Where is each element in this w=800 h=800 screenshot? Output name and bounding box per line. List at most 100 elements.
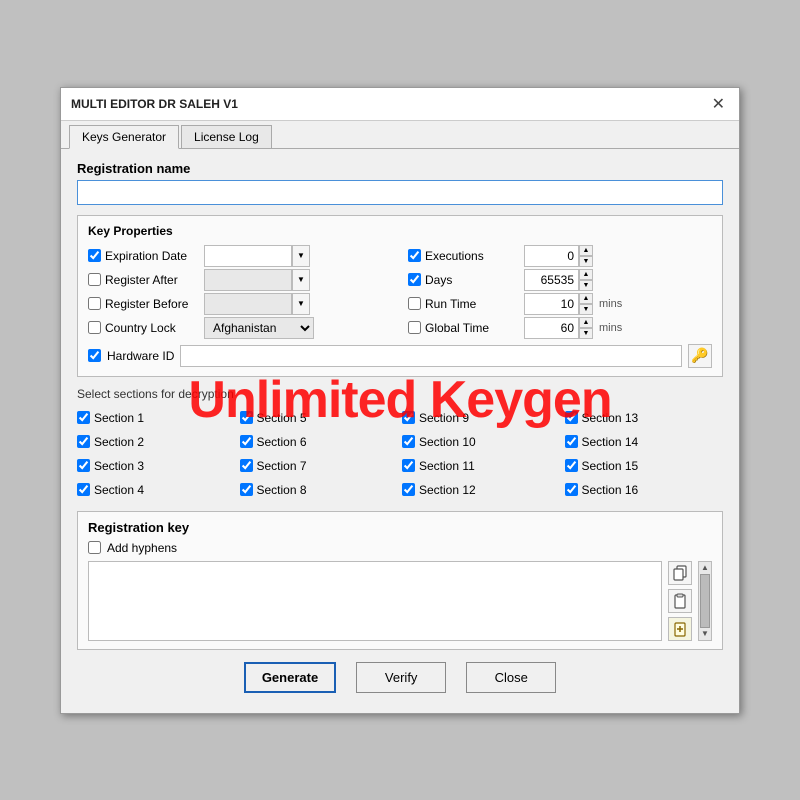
register-after-row: Register After 2023/ 3/29 ▼	[88, 268, 392, 292]
country-lock-select[interactable]: Afghanistan	[204, 317, 314, 339]
tab-license-log[interactable]: License Log	[181, 125, 272, 148]
register-after-dropdown-btn[interactable]: ▼	[292, 269, 310, 291]
days-checkbox[interactable]	[408, 273, 421, 286]
register-before-checkbox[interactable]	[88, 297, 101, 310]
section-12-label: Section 12	[419, 483, 476, 497]
hardware-id-icon-btn[interactable]: 🔑	[688, 344, 712, 368]
executions-up-btn[interactable]: ▲	[579, 245, 593, 256]
register-before-row: Register Before 2023/ 3/29 ▼	[88, 292, 392, 316]
section-11-checkbox[interactable]	[402, 459, 415, 472]
register-after-checkbox[interactable]	[88, 273, 101, 286]
list-item: Section 13	[565, 407, 724, 429]
section-10-checkbox[interactable]	[402, 435, 415, 448]
registration-key-textarea[interactable]	[88, 561, 662, 641]
section-15-label: Section 15	[582, 459, 639, 473]
section-3-label: Section 3	[94, 459, 144, 473]
hardware-id-input[interactable]	[180, 345, 682, 367]
close-window-button[interactable]: ✕	[708, 94, 729, 114]
window-title: MULTI EDITOR DR SALEH V1	[71, 97, 238, 111]
days-input[interactable]	[524, 269, 579, 291]
tab-bar: Keys Generator License Log	[61, 121, 739, 149]
expiration-date-input[interactable]: 2055/ 7/16	[204, 245, 292, 267]
section-14-checkbox[interactable]	[565, 435, 578, 448]
global-time-unit: mins	[599, 322, 622, 334]
executions-down-btn[interactable]: ▼	[579, 256, 593, 267]
country-lock-row: Country Lock Afghanistan	[88, 316, 392, 340]
list-item: Section 5	[240, 407, 399, 429]
expiration-date-dropdown-btn[interactable]: ▼	[292, 245, 310, 267]
copy-key-button[interactable]	[668, 561, 692, 585]
section-8-checkbox[interactable]	[240, 483, 253, 496]
run-time-unit: mins	[599, 298, 622, 310]
days-down-btn[interactable]: ▼	[579, 280, 593, 291]
register-before-label: Register Before	[88, 297, 198, 311]
expiration-date-checkbox[interactable]	[88, 249, 101, 262]
register-before-dropdown-btn[interactable]: ▼	[292, 293, 310, 315]
run-time-label: Run Time	[408, 297, 518, 311]
run-time-spin-buttons: ▲ ▼	[579, 293, 593, 315]
scroll-down-arrow[interactable]: ▼	[701, 630, 709, 638]
section-9-checkbox[interactable]	[402, 411, 415, 424]
list-item: Section 6	[240, 431, 399, 453]
main-content: Registration name Key Properties Expirat…	[61, 149, 739, 713]
section-6-checkbox[interactable]	[240, 435, 253, 448]
key-output-area: ▲ ▼	[88, 561, 712, 641]
list-item: Section 9	[402, 407, 561, 429]
section-3-checkbox[interactable]	[77, 459, 90, 472]
section-7-checkbox[interactable]	[240, 459, 253, 472]
generate-button[interactable]: Generate	[244, 662, 336, 693]
add-hyphens-checkbox[interactable]	[88, 541, 101, 554]
global-time-input[interactable]	[524, 317, 579, 339]
executions-checkbox[interactable]	[408, 249, 421, 262]
country-lock-checkbox[interactable]	[88, 321, 101, 334]
section-2-checkbox[interactable]	[77, 435, 90, 448]
tab-keys-generator[interactable]: Keys Generator	[69, 125, 179, 149]
section-12-checkbox[interactable]	[402, 483, 415, 496]
key-properties-title: Key Properties	[88, 224, 712, 238]
register-after-input[interactable]: 2023/ 3/29	[204, 269, 292, 291]
add-hyphens-row: Add hyphens	[88, 541, 712, 555]
section-5-checkbox[interactable]	[240, 411, 253, 424]
global-time-checkbox[interactable]	[408, 321, 421, 334]
section-15-checkbox[interactable]	[565, 459, 578, 472]
list-item: Section 8	[240, 479, 399, 501]
scroll-thumb[interactable]	[700, 574, 710, 628]
global-time-up-btn[interactable]: ▲	[579, 317, 593, 328]
days-spin-buttons: ▲ ▼	[579, 269, 593, 291]
section-1-checkbox[interactable]	[77, 411, 90, 424]
add-key-button[interactable]	[668, 617, 692, 641]
scrollbar-track[interactable]: ▲ ▼	[698, 561, 712, 641]
list-item: Section 14	[565, 431, 724, 453]
props-left-col: Expiration Date 2055/ 7/16 ▼ Registe	[88, 244, 392, 340]
paste-key-button[interactable]	[668, 589, 692, 613]
registration-name-input[interactable]	[77, 180, 723, 205]
hardware-id-checkbox[interactable]	[88, 349, 101, 362]
run-time-up-btn[interactable]: ▲	[579, 293, 593, 304]
run-time-input[interactable]	[524, 293, 579, 315]
executions-input[interactable]	[524, 245, 579, 267]
global-time-row: Global Time ▲ ▼ mins	[408, 316, 712, 340]
props-grid: Expiration Date 2055/ 7/16 ▼ Registe	[88, 244, 712, 340]
global-time-label: Global Time	[408, 321, 518, 335]
section-4-checkbox[interactable]	[77, 483, 90, 496]
section-13-checkbox[interactable]	[565, 411, 578, 424]
hardware-id-label: Hardware ID	[107, 349, 174, 363]
expiration-date-row: Expiration Date 2055/ 7/16 ▼	[88, 244, 392, 268]
run-time-down-btn[interactable]: ▼	[579, 304, 593, 315]
button-row: Generate Verify Close	[77, 650, 723, 701]
close-button[interactable]: Close	[466, 662, 556, 693]
list-item: Section 2	[77, 431, 236, 453]
key-properties-box: Key Properties Expiration Date 2055/ 7/1…	[77, 215, 723, 377]
days-row: Days ▲ ▼	[408, 268, 712, 292]
run-time-checkbox[interactable]	[408, 297, 421, 310]
days-up-btn[interactable]: ▲	[579, 269, 593, 280]
list-item: Section 12	[402, 479, 561, 501]
hardware-id-row: Hardware ID 🔑	[88, 344, 712, 368]
scroll-up-arrow[interactable]: ▲	[701, 564, 709, 572]
section-16-checkbox[interactable]	[565, 483, 578, 496]
list-item: Section 15	[565, 455, 724, 477]
global-time-down-btn[interactable]: ▼	[579, 328, 593, 339]
verify-button[interactable]: Verify	[356, 662, 446, 693]
register-before-input[interactable]: 2023/ 3/29	[204, 293, 292, 315]
registration-key-box: Registration key Add hyphens	[77, 511, 723, 650]
